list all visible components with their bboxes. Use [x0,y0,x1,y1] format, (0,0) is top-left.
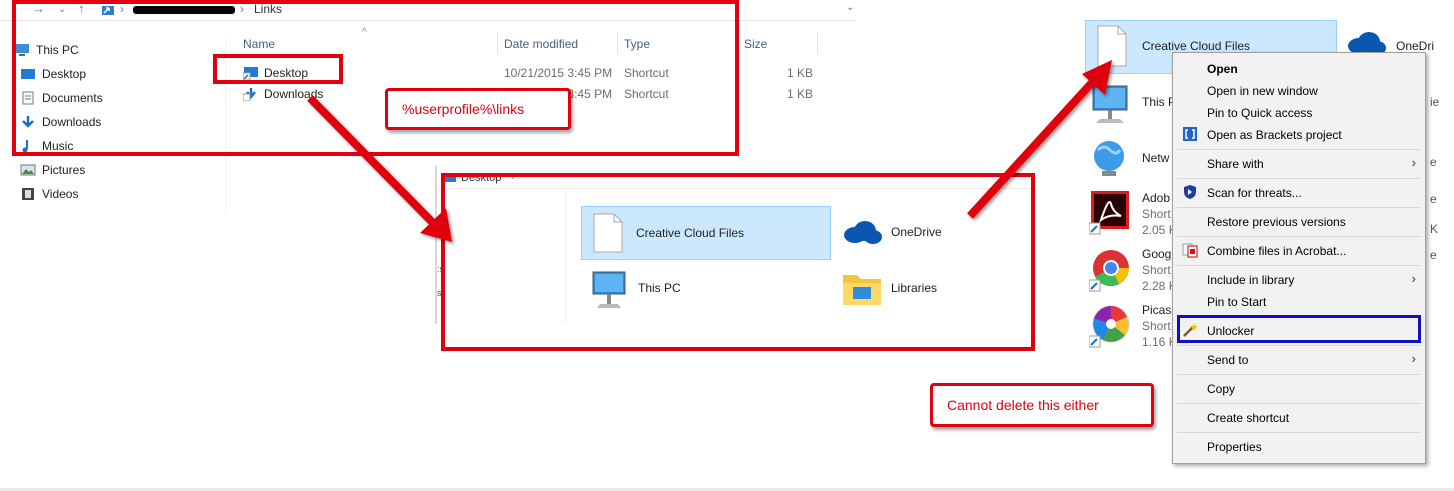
arrow-to-desktop-window [307,95,452,242]
annotation-arrows [307,60,1112,242]
arrow-to-creative-cloud [967,60,1112,219]
